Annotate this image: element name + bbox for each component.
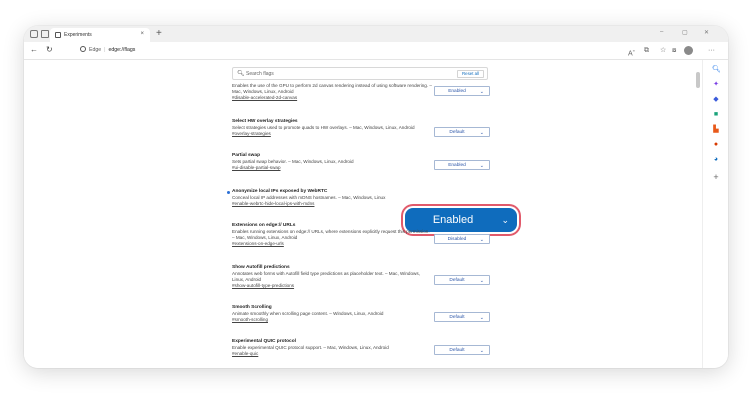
flag-select-autofill-predictions[interactable]: Default ⌄	[434, 275, 490, 285]
collections-icon[interactable]: ⧇	[672, 46, 676, 55]
chevron-down-icon: ⌄	[479, 163, 484, 169]
reset-all-button[interactable]: Reset all	[457, 70, 484, 78]
tab-actions-icon[interactable]	[41, 30, 49, 38]
flag-select-extensions-on-edge-urls[interactable]: Disabled ⌄	[434, 234, 490, 244]
select-value: Default	[449, 315, 465, 320]
tab-experiments[interactable]: Experiments ×	[50, 28, 150, 42]
browser-window: Experiments × + – ▢ ✕ ← ↻ Edge | edge://fl…	[24, 26, 728, 368]
search-box: 🔍︎ Reset all	[232, 67, 488, 80]
select-value: Disabled	[447, 237, 467, 242]
chevron-down-icon: ⌄	[479, 315, 484, 321]
address-url: edge://flags	[108, 47, 136, 53]
flag-description: Enables the use of the GPU to perform 2d…	[232, 83, 432, 94]
select-value: Default	[449, 348, 465, 353]
profile-avatar[interactable]	[684, 46, 693, 55]
chevron-down-icon: ⌄	[479, 130, 484, 136]
flag-description: Enables running extensions on edge:// UR…	[232, 229, 430, 240]
new-tab-button[interactable]: +	[156, 28, 162, 40]
add-icon[interactable]: +	[712, 173, 720, 182]
tab-close-icon[interactable]: ×	[140, 31, 144, 37]
sparkle-icon[interactable]: ✦	[712, 81, 720, 89]
tab-title: Experiments	[64, 32, 92, 38]
minimize-button[interactable]: –	[660, 29, 663, 35]
flags-page: 🔍︎ Reset all Enables the use of the GPU …	[24, 60, 696, 368]
split-screen-icon[interactable]: ⧉	[644, 46, 649, 55]
flag-select-partial-swap[interactable]: Enabled ⌄	[434, 160, 490, 170]
experiments-favicon-icon	[55, 32, 61, 38]
briefcase-icon[interactable]: ■	[712, 111, 720, 119]
flag-select-smooth-scrolling[interactable]: Default ⌄	[434, 312, 490, 322]
chevron-down-icon: ⌄	[479, 237, 484, 243]
select-value: Default	[449, 278, 465, 283]
flag-select-overlay-strategies[interactable]: Default ⌄	[434, 127, 490, 137]
address-bar[interactable]: Edge | edge://flags	[80, 45, 135, 55]
back-arrow-icon[interactable]: ←	[30, 45, 38, 55]
address-site-label: Edge	[89, 47, 102, 53]
chevron-down-icon: ⌄	[479, 278, 484, 284]
chevron-down-icon: ⌄	[479, 89, 484, 95]
close-window-button[interactable]: ✕	[704, 29, 709, 36]
send-icon[interactable]: ◕	[712, 156, 720, 164]
edge-logo-icon	[80, 46, 86, 52]
edge-sidebar: 🔍︎ ✦ ◆ ■ ▙ ● ◕ +	[702, 60, 728, 368]
select-value: Enabled	[448, 163, 466, 168]
flag-select-accelerated-2d-canvas[interactable]: Enabled ⌄	[434, 86, 490, 96]
select-value: Default	[449, 130, 465, 135]
search-flags-input[interactable]	[246, 70, 406, 78]
select-value: Enabled	[448, 89, 466, 94]
chevron-down-icon: ⌄	[479, 348, 484, 354]
flag-link[interactable]: #enable-webrtc-hide-local-ips-with-mdns	[232, 201, 492, 207]
search-icon[interactable]: 🔍︎	[712, 66, 721, 74]
tag-icon[interactable]: ◆	[712, 96, 720, 104]
flag-item-webrtc-hide-local-ips: Anonymize local IPs exposed by WebRTC Co…	[227, 189, 492, 207]
tab-strip: Experiments × + – ▢ ✕	[24, 26, 728, 42]
outlook-icon[interactable]: ●	[712, 141, 720, 149]
page-scrollbar[interactable]	[696, 62, 700, 364]
flag-select-enable-quic[interactable]: Default ⌄	[434, 345, 490, 355]
flag-description: Annotates web forms with Autofill field …	[232, 271, 420, 282]
favorites-icon[interactable]: ☆	[660, 46, 666, 55]
more-options-icon[interactable]: ···	[708, 46, 715, 55]
toolbar: ← ↻ Edge | edge://flags A» ⧉ ☆ ⧇ ···	[24, 42, 728, 60]
refresh-icon[interactable]: ↻	[46, 45, 53, 55]
chevron-down-icon: ⌄	[501, 215, 509, 225]
maximize-button[interactable]: ▢	[682, 29, 688, 36]
read-aloud-icon[interactable]: A»	[628, 46, 635, 58]
workspaces-icon[interactable]	[30, 30, 38, 38]
scroll-thumb[interactable]	[696, 72, 700, 88]
search-icon: 🔍︎	[237, 71, 245, 77]
office-icon[interactable]: ▙	[712, 126, 720, 134]
modified-indicator	[227, 191, 230, 194]
